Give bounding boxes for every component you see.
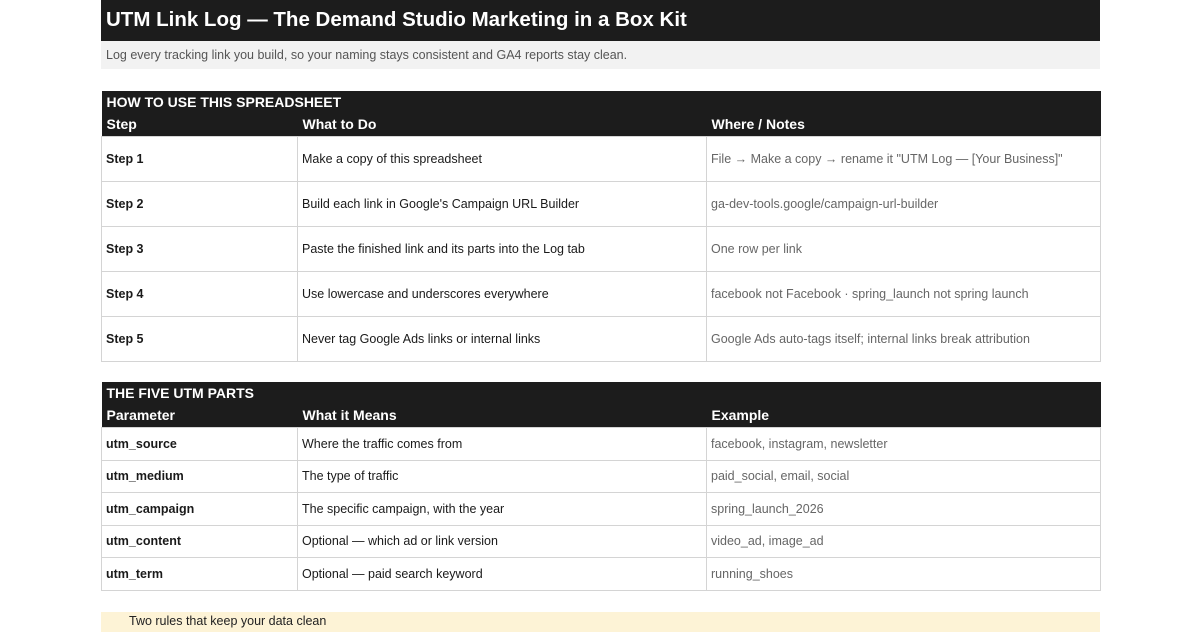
notes-cell[interactable]: Google Ads auto-tags itself; internal li… xyxy=(705,316,1102,362)
table-row: utm_source Where the traffic comes from … xyxy=(101,427,1102,461)
table-row: Step 3 Paste the finished link and its p… xyxy=(101,226,1102,272)
action-cell[interactable]: Use lowercase and underscores everywhere xyxy=(297,271,707,317)
table-row: Step 5 Never tag Google Ads links or int… xyxy=(101,316,1102,362)
parameter-cell[interactable]: utm_content xyxy=(101,524,298,558)
example-cell[interactable]: facebook, instagram, newsletter xyxy=(705,427,1102,461)
column-header-example[interactable]: Example xyxy=(706,404,1101,428)
step-cell[interactable]: Step 3 xyxy=(101,226,298,272)
parameter-cell[interactable]: utm_source xyxy=(101,427,298,461)
table-row: utm_medium The type of traffic paid_soci… xyxy=(101,459,1102,493)
parameter-cell[interactable]: utm_term xyxy=(101,557,298,591)
example-cell[interactable]: spring_launch_2026 xyxy=(705,492,1102,526)
action-cell[interactable]: Paste the finished link and its parts in… xyxy=(297,226,707,272)
notes-cell[interactable]: ga-dev-tools.google/campaign-url-builder xyxy=(705,181,1102,227)
table-row: utm_term Optional — paid search keyword … xyxy=(101,557,1102,591)
column-header-step[interactable]: Step xyxy=(101,113,298,137)
how-to-section-header: HOW TO USE THIS SPREADSHEET xyxy=(101,91,1101,113)
how-to-column-headers: Step What to Do Where / Notes xyxy=(101,113,1101,137)
meaning-cell[interactable]: Where the traffic comes from xyxy=(297,427,707,461)
step-cell[interactable]: Step 2 xyxy=(101,181,298,227)
table-row: utm_content Optional — which ad or link … xyxy=(101,524,1102,558)
meaning-cell[interactable]: The specific campaign, with the year xyxy=(297,492,707,526)
column-header-parameter[interactable]: Parameter xyxy=(101,404,298,428)
how-to-section-title[interactable]: HOW TO USE THIS SPREADSHEET xyxy=(101,91,1101,113)
notes-cell[interactable]: facebook not Facebook · spring_launch no… xyxy=(705,271,1102,317)
sheet-subtitle: Log every tracking link you build, so yo… xyxy=(101,41,1100,69)
table-row: Step 4 Use lowercase and underscores eve… xyxy=(101,271,1102,317)
notes-cell[interactable]: One row per link xyxy=(705,226,1102,272)
utm-parts-section-header: THE FIVE UTM PARTS xyxy=(101,382,1101,404)
utm-parts-section-title[interactable]: THE FIVE UTM PARTS xyxy=(101,382,1101,404)
action-cell[interactable]: Never tag Google Ads links or internal l… xyxy=(297,316,707,362)
parameter-cell[interactable]: utm_campaign xyxy=(101,492,298,526)
table-row: utm_campaign The specific campaign, with… xyxy=(101,492,1102,526)
notes-cell[interactable]: File → Make a copy → rename it "UTM Log … xyxy=(705,136,1102,182)
example-cell[interactable]: running_shoes xyxy=(705,557,1102,591)
rules-callout[interactable]: Two rules that keep your data clean xyxy=(101,612,1100,632)
column-header-what-it-means[interactable]: What it Means xyxy=(297,404,707,428)
parameter-cell[interactable]: utm_medium xyxy=(101,459,298,493)
sheet-title: UTM Link Log — The Demand Studio Marketi… xyxy=(101,0,1100,41)
step-cell[interactable]: Step 4 xyxy=(101,271,298,317)
example-cell[interactable]: video_ad, image_ad xyxy=(705,524,1102,558)
table-row: Step 2 Build each link in Google's Campa… xyxy=(101,181,1102,227)
step-cell[interactable]: Step 5 xyxy=(101,316,298,362)
utm-parts-column-headers: Parameter What it Means Example xyxy=(101,404,1101,428)
utm-parts-table: THE FIVE UTM PARTS Parameter What it Mea… xyxy=(101,382,1102,591)
table-row: Step 1 Make a copy of this spreadsheet F… xyxy=(101,136,1102,182)
how-to-table: HOW TO USE THIS SPREADSHEET Step What to… xyxy=(101,91,1102,362)
step-cell[interactable]: Step 1 xyxy=(101,136,298,182)
meaning-cell[interactable]: Optional — paid search keyword xyxy=(297,557,707,591)
column-header-where-notes[interactable]: Where / Notes xyxy=(706,113,1101,137)
action-cell[interactable]: Make a copy of this spreadsheet xyxy=(297,136,707,182)
example-cell[interactable]: paid_social, email, social xyxy=(705,459,1102,493)
meaning-cell[interactable]: Optional — which ad or link version xyxy=(297,524,707,558)
column-header-what-to-do[interactable]: What to Do xyxy=(297,113,707,137)
action-cell[interactable]: Build each link in Google's Campaign URL… xyxy=(297,181,707,227)
meaning-cell[interactable]: The type of traffic xyxy=(297,459,707,493)
